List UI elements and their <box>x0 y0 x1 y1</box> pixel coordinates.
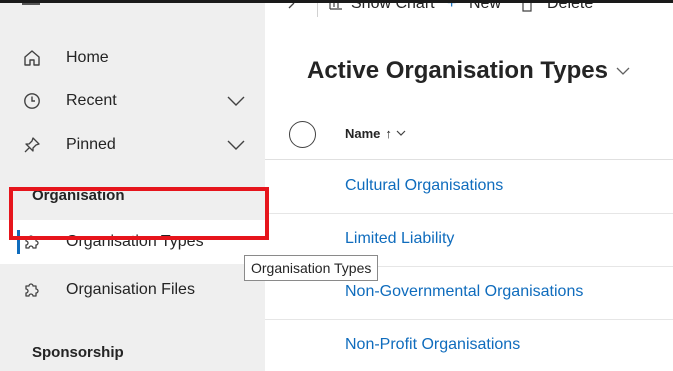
section-title-sponsorship: Sponsorship <box>32 344 124 361</box>
command-bar: Show Chart + New Delete <box>265 3 673 21</box>
chevron-down-icon <box>396 130 406 136</box>
sidebar-item-label: Home <box>66 49 109 66</box>
new-button[interactable]: New <box>469 3 501 13</box>
pin-icon <box>22 135 42 155</box>
chevron-left-icon[interactable] <box>287 3 297 13</box>
sidebar-item-organisation-files[interactable]: Organisation Files <box>0 268 265 312</box>
toolbar-separator <box>317 3 318 17</box>
column-header-label: Name <box>345 126 381 141</box>
sidebar-item-home[interactable]: Home <box>0 36 265 80</box>
grid-header: Name ↑ <box>265 110 673 160</box>
table-row[interactable]: Non-Profit Organisations <box>265 320 673 371</box>
sidebar-item-label: Recent <box>66 92 117 109</box>
row-link[interactable]: Non-Profit Organisations <box>345 336 520 354</box>
hamburger-icon[interactable] <box>22 3 40 5</box>
puzzle-icon <box>22 280 42 300</box>
show-chart-button[interactable]: Show Chart <box>351 3 435 13</box>
row-link[interactable]: Non-Governmental Organisations <box>345 283 583 301</box>
chart-icon <box>329 3 342 10</box>
chevron-down-icon[interactable] <box>226 94 246 108</box>
chevron-down-icon <box>616 67 630 75</box>
view-selector[interactable]: Active Organisation Types <box>307 57 630 85</box>
sort-ascending-icon: ↑ <box>385 126 392 141</box>
sidebar-item-label: Pinned <box>66 136 116 153</box>
sidebar-item-label: Organisation Files <box>66 281 195 298</box>
chevron-down-icon[interactable] <box>226 138 246 152</box>
trash-icon <box>522 3 532 12</box>
main-content: Show Chart + New Delete Active Organisat… <box>265 3 673 371</box>
highlight-box <box>9 187 269 240</box>
delete-button[interactable]: Delete <box>547 3 593 13</box>
select-all-checkbox[interactable] <box>289 121 316 148</box>
table-row[interactable]: Cultural Organisations <box>265 161 673 214</box>
tooltip: Organisation Types <box>244 255 379 281</box>
page-title: Active Organisation Types <box>307 57 608 84</box>
sidebar-item-recent[interactable]: Recent <box>0 79 265 123</box>
row-link[interactable]: Cultural Organisations <box>345 177 503 195</box>
sidebar-item-pinned[interactable]: Pinned <box>0 123 265 167</box>
clock-icon <box>22 91 42 111</box>
row-link[interactable]: Limited Liability <box>345 230 454 248</box>
plus-icon: + <box>447 3 457 12</box>
home-icon <box>22 48 42 68</box>
column-header-name[interactable]: Name ↑ <box>345 126 406 141</box>
